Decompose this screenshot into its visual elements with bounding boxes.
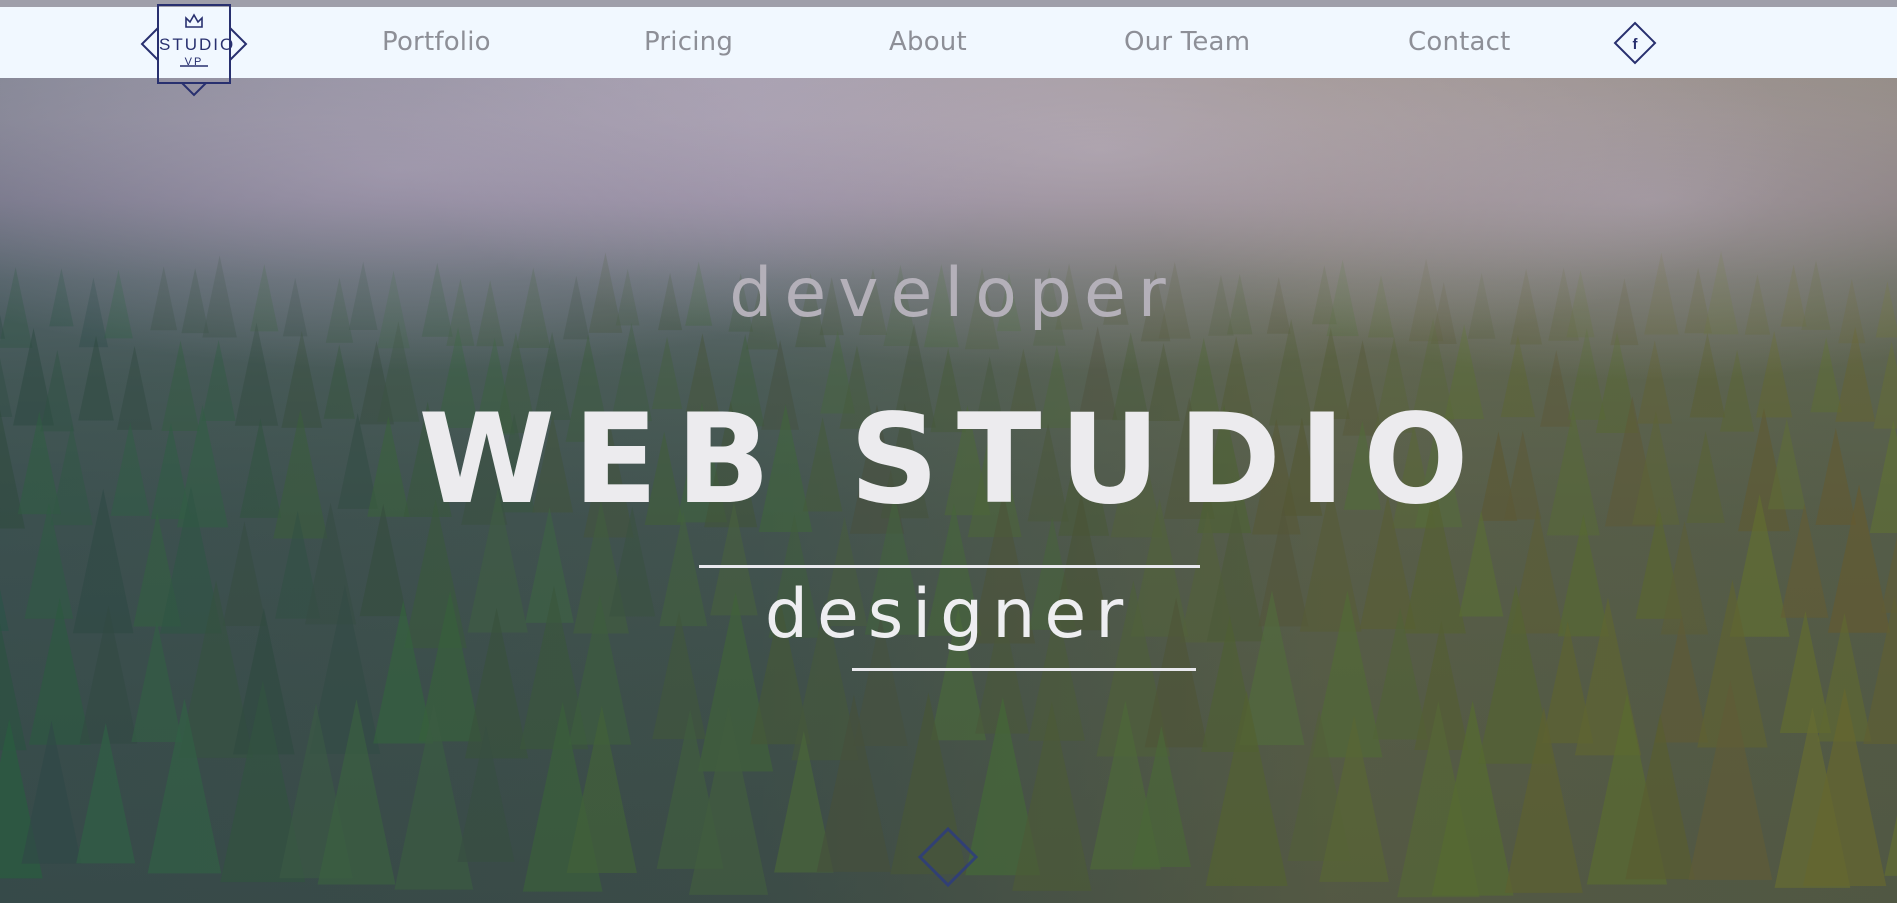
logo-text: STUDIO bbox=[159, 35, 236, 54]
facebook-icon: f bbox=[1613, 21, 1657, 65]
hero-divider-bottom bbox=[852, 668, 1196, 671]
hero-divider-top bbox=[699, 565, 1200, 568]
scroll-down-button[interactable] bbox=[917, 826, 979, 888]
nav-item-contact[interactable]: Contact bbox=[1408, 7, 1511, 78]
facebook-glyph: f bbox=[1633, 36, 1639, 53]
studio-logo[interactable]: STUDIO VP bbox=[138, 2, 250, 98]
facebook-button[interactable]: f bbox=[1613, 21, 1657, 65]
logo-subtext: VP bbox=[184, 56, 204, 68]
nav-item-portfolio[interactable]: Portfolio bbox=[382, 7, 491, 78]
nav-item-our-team[interactable]: Our Team bbox=[1124, 7, 1250, 78]
top-strip bbox=[0, 0, 1897, 7]
hero-subtitle-top: developer bbox=[729, 254, 1178, 333]
hero-subtitle-bottom: designer bbox=[764, 575, 1133, 654]
hero-title: WEB STUDIO bbox=[418, 388, 1487, 532]
nav-item-pricing[interactable]: Pricing bbox=[644, 7, 733, 78]
nav-item-about[interactable]: About bbox=[889, 7, 967, 78]
diamond-scroll-icon bbox=[917, 826, 979, 888]
